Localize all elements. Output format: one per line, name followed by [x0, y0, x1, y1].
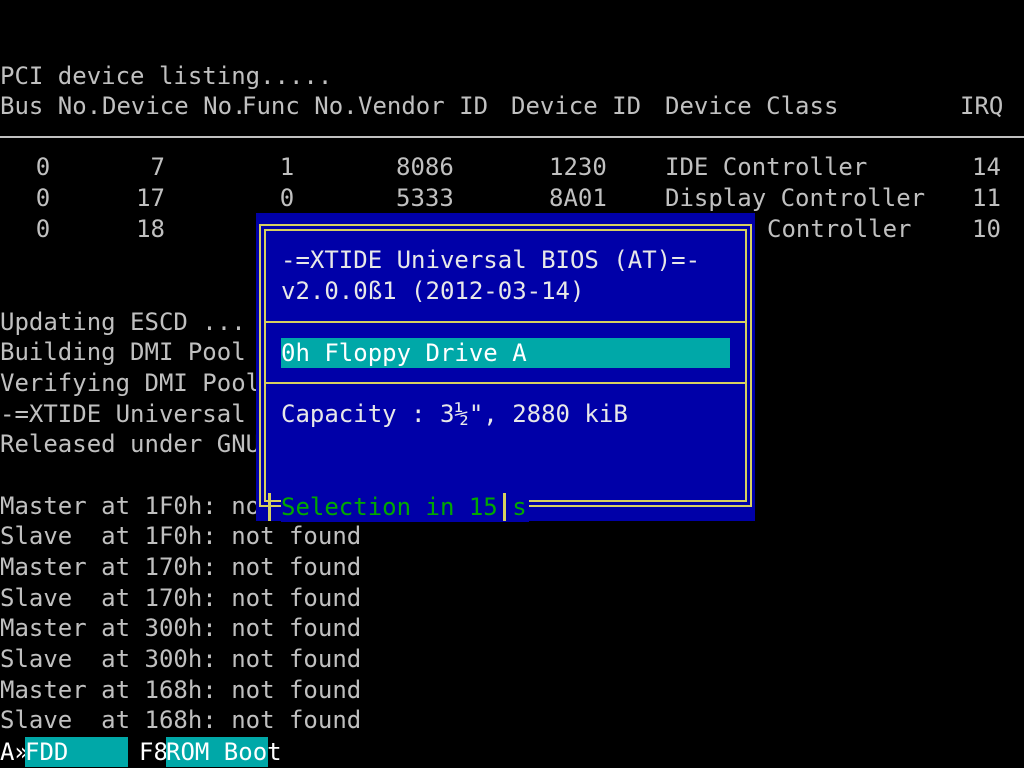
row-class: Display Controller: [665, 184, 926, 212]
pci-table-divider: [0, 136, 1024, 138]
row-device-id: 8A01: [549, 184, 607, 212]
dialog-divider: [264, 382, 747, 384]
row-irq: 11: [972, 184, 1001, 212]
col-irq: IRQ: [960, 92, 1004, 120]
row-bus: 0: [35, 153, 51, 181]
bios-screen: PCI device listing..... Bus No. Device N…: [0, 0, 1024, 768]
dialog-title: -=XTIDE Universal BIOS (AT)=-: [281, 246, 701, 274]
col-device-no: Device No.: [102, 92, 247, 120]
log-line: -=XTIDE Universal BI: [0, 400, 289, 428]
drive-scan-line: Slave at 1F0h: not found: [0, 522, 362, 550]
fdd-hotkey[interactable]: FDD: [25, 737, 128, 767]
drive-scan-line: Master at 170h: not found: [0, 553, 362, 581]
col-device-class: Device Class: [665, 92, 839, 120]
row-func: 0: [279, 184, 295, 212]
boot-menu-dialog: -=XTIDE Universal BIOS (AT)=- v2.0.0ß1 (…: [256, 213, 755, 522]
rom-boot-hotkey[interactable]: ROM Boot: [166, 737, 282, 767]
drive-scan-line: Master at 168h: not found: [0, 676, 362, 704]
row-class: IDE Controller: [665, 153, 868, 181]
f8-key-label: F8: [139, 738, 168, 766]
pci-listing-heading: PCI device listing.....: [0, 62, 333, 90]
dialog-version: v2.0.0ß1 (2012-03-14): [281, 277, 585, 305]
row-bus: 0: [35, 184, 51, 212]
drive-scan-line: Slave at 170h: not found: [0, 584, 362, 612]
row-bus: 0: [35, 215, 51, 243]
row-func: 1: [279, 153, 295, 181]
log-line: Released under GNU G: [0, 430, 289, 458]
col-bus-no: Bus No.: [0, 92, 102, 120]
row-device-id: 1230: [549, 153, 607, 181]
log-line: Updating ESCD ... Su: [0, 308, 289, 336]
log-line: Verifying DMI Pool D: [0, 369, 289, 397]
boot-menu-item-floppy-a[interactable]: 0h Floppy Drive A: [281, 338, 730, 368]
row-irq: 10: [972, 215, 1001, 243]
drive-scan-line: Master at 300h: not found: [0, 614, 362, 642]
drive-scan-line: Slave at 300h: not found: [0, 645, 362, 673]
log-line: Building DMI Pool ..: [0, 338, 289, 366]
selection-timeout: Selection in 15 s: [281, 492, 529, 522]
row-device: 18: [136, 215, 165, 243]
row-irq: 14: [972, 153, 1001, 181]
row-vendor: 5333: [396, 184, 454, 212]
drive-scan-line: Master at 1F0h: not: [0, 492, 275, 520]
col-device-id: Device ID: [511, 92, 642, 120]
row-vendor: 8086: [396, 153, 454, 181]
row-device: 17: [136, 184, 165, 212]
dialog-divider: [264, 321, 747, 323]
col-func-no: Func No.: [242, 92, 358, 120]
drive-scan-line: Slave at 168h: not found: [0, 706, 362, 734]
timeout-bracket-right: [503, 493, 506, 521]
timeout-bracket-left: [268, 493, 271, 521]
drive-capacity: Capacity : 3½", 2880 kiB: [281, 400, 628, 428]
row-class: Controller: [767, 215, 912, 243]
col-vendor-id: Vendor ID: [358, 92, 489, 120]
row-device: 7: [150, 153, 165, 181]
